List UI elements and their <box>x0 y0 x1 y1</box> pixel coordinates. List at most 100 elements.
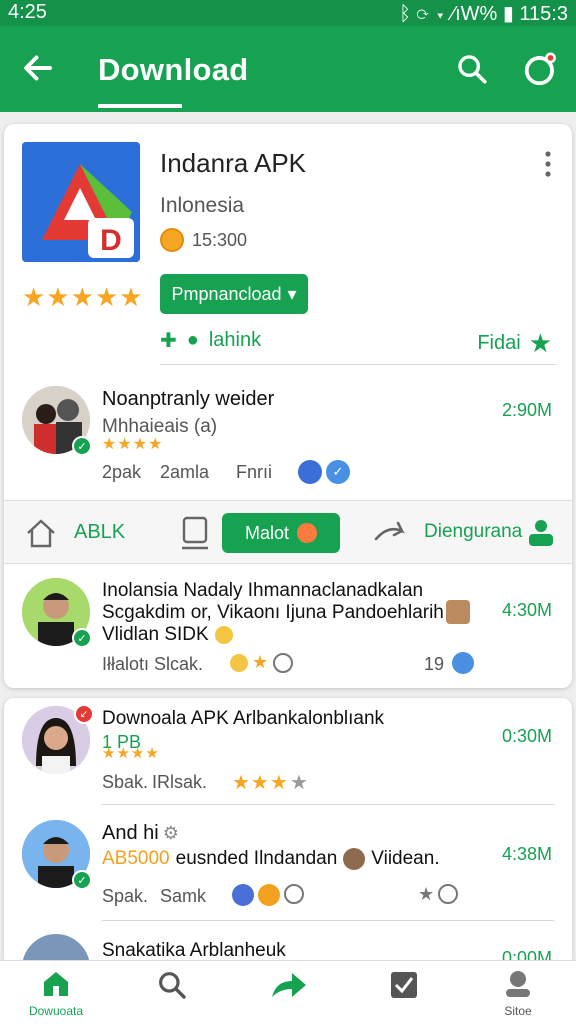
emoji-icon <box>214 626 233 644</box>
notification-icon[interactable] <box>522 50 560 88</box>
item-time: 0:00M <box>501 948 552 960</box>
avatar[interactable] <box>22 934 90 960</box>
star-icon: ★ <box>252 652 270 672</box>
verified-badge-icon: ✓ <box>72 628 92 648</box>
star-icon: ★ <box>418 884 435 904</box>
search-icon <box>159 972 186 999</box>
avatar-small-icon <box>232 884 254 906</box>
status-time: 4:25 <box>8 1 47 23</box>
item-meta: Iłłalotı Slcak. <box>102 654 204 674</box>
nav-home-label: Dowuoata <box>28 1004 84 1018</box>
reaction-icons <box>232 884 304 906</box>
item-meta: 2amla <box>160 462 210 482</box>
nav-share[interactable] <box>248 969 328 1006</box>
item-count: 19 <box>424 654 445 674</box>
home-outline-icon[interactable] <box>24 517 58 549</box>
filter-tab-bar: ABLK Malot Diengurana <box>4 500 572 564</box>
item-subtitle: AB5000 eusnded Ilndandan Viidean. <box>102 848 440 870</box>
face-icon <box>438 884 459 904</box>
app-region: Inlonesia <box>160 194 245 217</box>
verified-badge-icon: ✓ <box>72 870 92 890</box>
item-title[interactable]: Snakatika Arblanheuk <box>102 940 286 960</box>
item-title[interactable]: Inolansia Nadaly Ihmannaclanadkalan <box>102 580 423 602</box>
app-size: 15:300 <box>160 228 247 252</box>
person-icon: ● <box>186 329 199 351</box>
reaction-icons: ★ <box>230 652 294 673</box>
tab-malot-label: Malot <box>244 522 289 543</box>
bottom-navigation: Dowuoata Sitoe <box>0 960 576 1024</box>
tab-diengurana[interactable]: Diengurana <box>424 521 522 543</box>
verified-badge-icon: ✓ <box>72 436 92 456</box>
gear-icon: ⚙ <box>162 823 179 843</box>
item-rating-stars: ★★★ <box>232 772 289 794</box>
avatar-small-icon <box>343 848 366 870</box>
alert-badge-icon: ↙ <box>74 704 94 724</box>
item-title[interactable]: Noanptranly weider <box>102 388 274 411</box>
status-bar: 4:25 ᛒ ⟳ ▾ ⁄ıW% ▮ 115:3 <box>0 0 576 26</box>
search-icon[interactable] <box>455 52 489 86</box>
profile-icon <box>506 971 530 997</box>
item-meta: Spak. <box>102 886 149 906</box>
svg-text:D: D <box>100 224 122 257</box>
item-highlight: AB5000 <box>102 848 170 869</box>
chevron-down-icon: ▾ <box>287 283 297 304</box>
home-icon <box>44 972 68 996</box>
document-icon[interactable] <box>180 515 210 551</box>
nav-home[interactable]: Dowuoata <box>16 969 96 1018</box>
item-rating-stars: ★★★★ <box>102 436 164 453</box>
app-name: Indanra APK <box>160 148 306 178</box>
face-icon <box>284 884 304 904</box>
active-tab-indicator <box>98 104 182 108</box>
more-options-icon[interactable] <box>542 150 554 178</box>
nav-search[interactable] <box>132 969 212 1006</box>
divider <box>160 364 556 365</box>
item-time: 4:30M <box>501 600 552 620</box>
download-button[interactable]: Pmpnancload ▾ <box>160 274 308 314</box>
item-title[interactable]: Downoala APK Arlbankalonblıank <box>102 708 384 730</box>
item-title: And hi <box>102 822 159 844</box>
app-logo-graphic: D <box>22 142 140 262</box>
share-arrow-icon <box>272 973 306 997</box>
item-trail: Viidean. <box>371 848 440 869</box>
download-button-label: Pmpnancload <box>171 283 282 304</box>
reaction-icons: ✓ <box>298 460 350 484</box>
rate-action[interactable]: Fidai ★ <box>477 328 552 359</box>
nav-tasks[interactable] <box>364 969 444 1006</box>
item-desc: eusnded Ilndandan <box>175 848 338 869</box>
people-icon[interactable] <box>526 517 556 549</box>
item-time: 4:38M <box>501 844 552 864</box>
divider <box>102 920 554 921</box>
face-icon <box>273 652 294 673</box>
item-meta: Sbak. <box>102 772 149 792</box>
star-outline-icon: ★ <box>290 772 308 794</box>
item-time: 2:90M <box>501 400 552 420</box>
emoji-icon <box>297 523 317 543</box>
share-action[interactable]: ✚ ● lahink <box>160 328 261 353</box>
coin-icon <box>160 228 184 252</box>
back-arrow-icon[interactable] <box>20 50 56 86</box>
page-title: Download <box>98 52 249 87</box>
thumbnail-icon <box>446 600 470 624</box>
divider <box>102 804 554 805</box>
refresh-icon <box>452 652 474 674</box>
item-meta: IRlsak. <box>152 772 208 792</box>
item-title-line2: Scgakdim or, Vikaonı Ijuna Pandoehlarih <box>102 602 444 623</box>
nav-profile[interactable]: Sitoe <box>478 969 558 1018</box>
app-size-value: 15:300 <box>192 229 248 250</box>
reaction-icons: ★ <box>418 884 459 905</box>
item-meta: Samk <box>160 886 207 906</box>
item-meta: 2pak <box>102 462 142 482</box>
item-title-row[interactable]: And hi ⚙ <box>102 822 179 845</box>
tab-malot[interactable]: Malot <box>222 513 340 553</box>
emoji-icon <box>258 884 280 906</box>
item-rating-stars: ★★★★ <box>102 745 160 762</box>
item-line3: Vlidlan SIDK <box>102 624 233 646</box>
tab-ablk[interactable]: ABLK <box>74 521 125 544</box>
item-meta: Fnrıi <box>236 462 272 482</box>
forward-arrow-icon[interactable] <box>372 519 412 547</box>
eye-icon <box>298 460 322 484</box>
item-line3-text: Vlidlan SIDK <box>102 624 209 645</box>
download-list-card: ↙ Downoala APK Arlbankalonblıank 1 PB ★★… <box>4 698 572 960</box>
emoji-icon <box>230 653 248 672</box>
app-logo[interactable]: D <box>22 142 140 262</box>
